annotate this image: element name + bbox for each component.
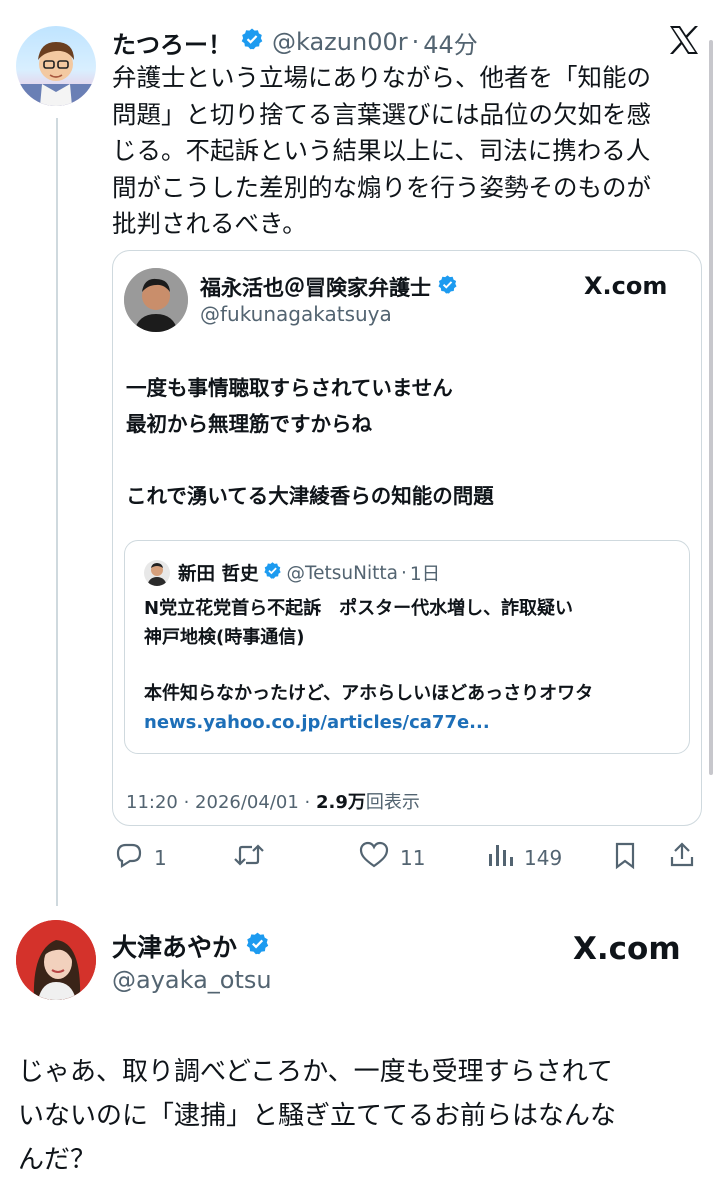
verified-badge-icon (245, 931, 270, 962)
bookmark-button[interactable] (612, 840, 638, 875)
timestamp[interactable]: 44分 (423, 25, 478, 60)
quote-body: 一度も事情聴取すらされていません 最初から無理筋ですからね これで湧いてる大津綾… (126, 370, 686, 514)
view-count: 149 (524, 845, 563, 870)
verified-badge-icon (263, 561, 282, 585)
scrollbar[interactable] (709, 40, 713, 775)
like-button[interactable]: 11 (358, 840, 425, 875)
source-label: X.com (584, 272, 668, 300)
quote-line: 最初から無理筋ですからね (126, 412, 372, 436)
bookmark-icon (612, 840, 638, 875)
quote-views-label: 回表示 (365, 792, 420, 813)
views-button[interactable]: 149 (486, 840, 562, 875)
reply-author-handle[interactable]: @ayaka_otsu (112, 966, 272, 994)
quote-author-name[interactable]: 福永活也＠冒険家弁護士 (200, 272, 431, 302)
inner-quote-header: 新田 哲史 @TetsuNitta · 1日 (178, 560, 440, 586)
reply-icon (114, 840, 144, 875)
heart-icon (358, 840, 390, 875)
share-icon (668, 840, 696, 875)
quote-line: 一度も事情聴取すらされていません (126, 376, 453, 400)
reply-text-line: いないのに「逮捕」と騒ぎ立ててるお前らはなんな (18, 1101, 617, 1131)
reply-card-header: 大津あやか (112, 928, 270, 964)
reply-card-text: じゃあ、取り調べどころか、一度も受理すらされて いないのに「逮捕」と騒ぎ立ててる… (18, 1050, 708, 1182)
quote-footer-time: 11:20 · 2026/04/01 · (126, 792, 316, 813)
reply-author-name[interactable]: 大津あやか (112, 928, 237, 964)
tweet-text-line: 間がこうした差別的な煽りを行う姿勢そのものが (112, 172, 651, 202)
tweet-header: たつろー！ @kazun00r · 44分 (112, 25, 478, 60)
verified-badge-icon (240, 27, 264, 57)
author-name[interactable]: たつろー！ (112, 25, 232, 60)
quote-author-handle[interactable]: @fukunagakatsuya (200, 302, 392, 326)
reply-count: 1 (154, 845, 167, 870)
like-count: 11 (400, 845, 426, 870)
quote-footer: 11:20 · 2026/04/01 · 2.9万回表示 (126, 788, 420, 814)
action-bar: 1 11 149 (108, 840, 708, 880)
avatar[interactable] (144, 560, 170, 586)
inner-timestamp[interactable]: 1日 (410, 560, 440, 586)
separator-dot: · (411, 28, 420, 56)
share-button[interactable] (668, 840, 696, 875)
separator-dot: · (400, 562, 407, 584)
inner-author-name[interactable]: 新田 哲史 (178, 560, 258, 586)
reply-button[interactable]: 1 (114, 840, 167, 875)
avatar[interactable] (124, 268, 188, 332)
inner-quote-body: N党立花党首ら不起訴 ポスター代水増し、詐取疑い 神戸地検(時事通信) 本件知ら… (144, 594, 674, 737)
quote-line: これで湧いてる大津綾香らの知能の問題 (126, 484, 494, 508)
quote-header: 福永活也＠冒険家弁護士 (200, 272, 458, 302)
verified-badge-icon (437, 274, 458, 300)
source-label: X.com (573, 931, 681, 967)
tweet-text-line: 批判されるべき。 (112, 209, 307, 238)
inner-headline: 神戸地検(時事通信) (144, 627, 305, 648)
quote-views-count: 2.9万 (315, 792, 366, 813)
tweet-text-line: 問題」と切り捨てる言葉選びには品位の欠如を感 (112, 99, 651, 129)
tweet-text-line: 弁護士という立場にありながら、他者を「知能の (112, 63, 651, 92)
inner-link[interactable]: news.yahoo.co.jp/articles/ca77e... (144, 708, 674, 737)
analytics-icon (486, 840, 514, 875)
inner-author-handle[interactable]: @TetsuNitta (286, 563, 397, 584)
avatar[interactable] (16, 920, 96, 1000)
reply-text-line: んだ？ (18, 1145, 97, 1175)
inner-headline: N党立花党首ら不起訴 ポスター代水増し、詐取疑い (144, 598, 574, 619)
reply-text-line: じゃあ、取り調べどころか、一度も受理すらされて (18, 1057, 613, 1087)
thread-line (56, 118, 58, 906)
tweet-text: 弁護士という立場にありながら、他者を「知能の 問題」と切り捨てる言葉選びには品位… (112, 60, 692, 243)
x-logo-icon[interactable] (666, 22, 702, 58)
retweet-icon (232, 840, 266, 875)
avatar[interactable] (16, 26, 96, 106)
retweet-button[interactable] (232, 840, 276, 875)
author-handle[interactable]: @kazun00r (272, 28, 408, 56)
inner-comment: 本件知らなかったけど、アホらしいほどあっさりオワタ (144, 683, 594, 704)
tweet-text-line: じる。不起訴という結果以上に、司法に携わる人 (112, 136, 651, 165)
